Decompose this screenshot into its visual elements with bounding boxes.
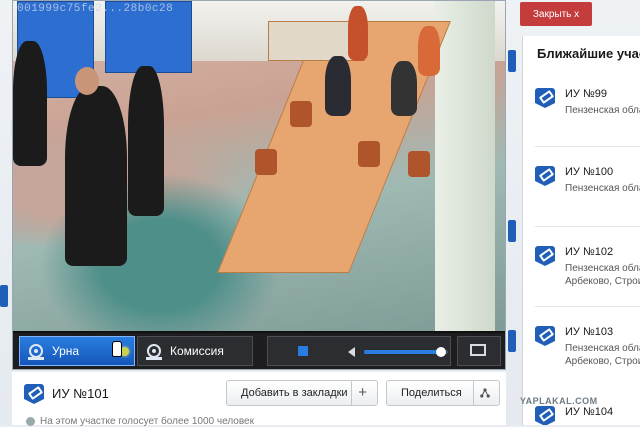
station-note: На этом участке голосует более 1000 чело…	[40, 416, 254, 427]
camera-komissiya-label: Комиссия	[170, 344, 224, 358]
map-pin-icon[interactable]	[508, 50, 516, 72]
video-player[interactable]: 001999c75fe2...28b0c28 Урна Комиссия	[12, 0, 506, 370]
share-button[interactable]: Поделиться	[386, 380, 500, 406]
panel-title: Ближайшие участ	[537, 46, 640, 61]
playback-volume-group	[267, 336, 451, 366]
volume-knob[interactable]	[436, 347, 447, 357]
camera-komissiya-button[interactable]: Комиссия	[137, 336, 253, 366]
station-title: ИУ №101	[52, 386, 109, 401]
speaker-icon[interactable]	[348, 347, 355, 357]
share-icon	[480, 388, 490, 398]
map-pin-icon[interactable]	[508, 330, 516, 352]
camera-icon	[29, 344, 43, 358]
station-pin-icon	[535, 166, 555, 186]
camera-icon	[147, 344, 161, 358]
close-button[interactable]: Закрыть x	[520, 2, 592, 26]
person	[13, 41, 47, 166]
camera-id-overlay: 001999c75fe2...28b0c28	[17, 3, 174, 15]
person	[65, 86, 127, 266]
stop-icon[interactable]	[298, 346, 308, 356]
mouse-cursor-icon	[112, 341, 122, 357]
nearby-stations-panel: Ближайшие участ ИУ №99 Пензенская обла И…	[522, 36, 640, 425]
plus-icon: +	[358, 384, 367, 401]
watermark: YAPLAKAL.COM	[520, 396, 598, 406]
player-controls: Урна Комиссия	[13, 333, 505, 369]
map-pin-icon[interactable]	[0, 285, 8, 307]
volume-slider[interactable]	[364, 347, 448, 357]
video-feed[interactable]: 001999c75fe2...28b0c28	[13, 1, 505, 331]
station-pin-icon	[535, 88, 555, 108]
add-bookmark-button[interactable]: Добавить в закладки +	[226, 380, 378, 406]
fullscreen-icon	[470, 344, 486, 356]
fullscreen-button[interactable]	[457, 336, 501, 366]
station-pin-icon	[535, 326, 555, 346]
person	[128, 66, 164, 216]
station-info: ИУ №101 Добавить в закладки + Поделиться…	[12, 372, 506, 427]
station-pin-icon	[24, 384, 44, 404]
station-pin-icon	[535, 406, 555, 425]
map-pin-icon[interactable]	[508, 220, 516, 242]
station-pin-icon	[535, 246, 555, 266]
camera-urna-label: Урна	[52, 344, 80, 358]
